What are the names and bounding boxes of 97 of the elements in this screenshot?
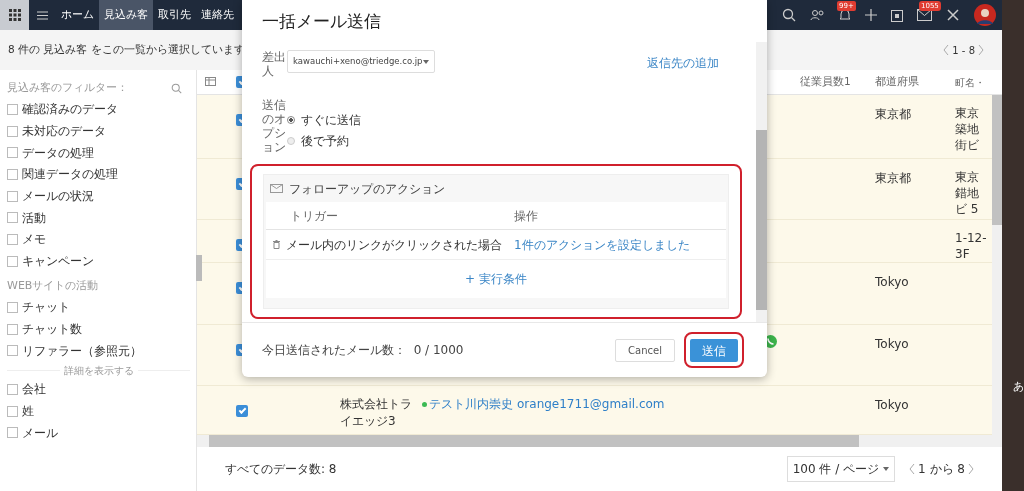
filter-label[interactable]: 会社 bbox=[22, 380, 46, 399]
filter-label[interactable]: メモ bbox=[22, 230, 46, 249]
chevron-left-icon[interactable] bbox=[943, 44, 950, 56]
reply-to-link[interactable]: 返信先の追加 bbox=[647, 54, 719, 72]
chevron-right-icon[interactable] bbox=[968, 463, 974, 475]
filter-label[interactable]: 活動 bbox=[22, 208, 46, 227]
filter-label[interactable]: メールの状況 bbox=[22, 187, 94, 206]
checkbox[interactable] bbox=[7, 233, 18, 245]
avatar-icon[interactable] bbox=[974, 4, 996, 26]
apps-grid-icon bbox=[8, 9, 21, 21]
field-label: 送信のオプション bbox=[262, 98, 287, 154]
envelope-icon bbox=[270, 184, 283, 193]
town-cell: 街ビ bbox=[955, 137, 979, 153]
checkbox[interactable] bbox=[7, 405, 18, 417]
town-cell: 1-12- bbox=[955, 229, 987, 246]
panel-title: フォローアップのアクション bbox=[289, 180, 445, 198]
checkbox[interactable] bbox=[7, 147, 18, 159]
checkbox[interactable] bbox=[7, 168, 18, 180]
bell-icon[interactable] bbox=[839, 8, 851, 22]
action-link[interactable]: 1件のアクションを設定しました bbox=[514, 235, 690, 254]
column-header[interactable]: 町名・ bbox=[955, 74, 985, 90]
prefecture-cell: Tokyo bbox=[875, 397, 909, 412]
checkbox[interactable] bbox=[7, 427, 18, 439]
prefecture-cell: Tokyo bbox=[875, 274, 909, 289]
filter-label[interactable]: 確認済みのデータ bbox=[22, 100, 118, 119]
checkbox[interactable] bbox=[7, 383, 18, 395]
vertical-scrollbar[interactable] bbox=[992, 95, 1002, 435]
company-cell-text: 株式会社トライエッジ3 bbox=[340, 395, 413, 430]
trash-icon[interactable] bbox=[273, 240, 280, 249]
email-link[interactable]: orange1711@gmail.com bbox=[517, 396, 665, 411]
collapse-handle[interactable] bbox=[196, 255, 202, 281]
selection-text: 8 件の 見込み客 をこの一覧から選択しています bbox=[8, 42, 245, 58]
mail-icon[interactable] bbox=[917, 9, 932, 21]
checkbox[interactable] bbox=[7, 190, 18, 202]
add-condition-link[interactable]: + 実行条件 bbox=[465, 270, 527, 288]
town-cell: 東京 bbox=[955, 168, 979, 185]
prefecture-cell: Tokyo bbox=[875, 336, 909, 351]
town-cell: 東京 bbox=[955, 105, 979, 121]
town-cell: 錯地 bbox=[955, 184, 979, 201]
sent-count-text: 今日送信されたメール数： 0 / 1000 bbox=[262, 342, 464, 359]
side-strip-text: あ bbox=[1013, 379, 1024, 396]
prefecture-cell: 東京都 bbox=[875, 107, 911, 121]
nav-tab[interactable]: 連絡先 bbox=[196, 0, 239, 30]
checkbox[interactable] bbox=[7, 212, 18, 224]
chevron-left-icon[interactable] bbox=[909, 463, 916, 475]
column-settings-icon[interactable] bbox=[205, 77, 217, 87]
checkbox[interactable] bbox=[7, 255, 18, 267]
total-count: すべてのデータ数: 8 bbox=[225, 461, 337, 478]
town-cell: 築地 bbox=[955, 121, 979, 137]
checkbox[interactable] bbox=[236, 404, 248, 417]
section-title: WEBサイトの活動 bbox=[7, 278, 100, 294]
nav-tab[interactable]: ホーム bbox=[56, 0, 99, 30]
field-label: 差出人 bbox=[262, 50, 287, 78]
checkbox[interactable] bbox=[7, 323, 18, 335]
radio-option[interactable]: すぐに送信 bbox=[287, 111, 361, 129]
people-icon[interactable] bbox=[810, 9, 825, 21]
nav-tab[interactable]: 見込み客 bbox=[99, 0, 153, 30]
dialog-title: 一括メール送信 bbox=[261, 10, 382, 33]
column-header: トリガー bbox=[289, 207, 339, 225]
horizontal-scrollbar[interactable] bbox=[197, 435, 1002, 447]
dialog-scrollbar[interactable] bbox=[756, 42, 767, 322]
cancel-button[interactable]: Cancel bbox=[615, 338, 675, 362]
checkbox[interactable] bbox=[7, 301, 18, 313]
search-icon[interactable] bbox=[782, 8, 796, 22]
name-link[interactable]: テスト川内崇史 bbox=[422, 396, 513, 411]
nav-tab[interactable]: 取引先 bbox=[153, 0, 196, 30]
caret-icon bbox=[423, 59, 429, 64]
per-page-select[interactable]: 100 件 / ページ bbox=[786, 456, 896, 482]
filter-label[interactable]: データの処理 bbox=[22, 143, 94, 162]
filter-label[interactable]: チャット数 bbox=[22, 320, 82, 339]
pager: 1 から 8 bbox=[918, 461, 965, 478]
checkbox[interactable] bbox=[7, 103, 18, 115]
radio-option[interactable]: 後で予約 bbox=[287, 132, 361, 150]
filter-label[interactable]: メール bbox=[22, 423, 58, 442]
checkbox[interactable] bbox=[7, 125, 18, 137]
column-header: 操作 bbox=[514, 207, 538, 225]
column-header[interactable]: 都道府県 bbox=[875, 74, 955, 90]
filter-label[interactable]: リファラー（参照元） bbox=[22, 341, 142, 360]
sender-select[interactable]: kawauchi+xeno@triedge.co.jp bbox=[287, 50, 435, 73]
column-header[interactable]: 従業員数1 bbox=[800, 74, 875, 90]
town-cell: 3F bbox=[955, 245, 970, 262]
filter-label[interactable]: 未対応のデータ bbox=[22, 122, 106, 141]
chevron-right-icon[interactable] bbox=[978, 44, 984, 56]
filter-label[interactable]: 姓 bbox=[22, 402, 34, 421]
menu-icon[interactable] bbox=[37, 10, 48, 20]
filter-label[interactable]: 関連データの処理 bbox=[22, 165, 118, 184]
plus-icon[interactable] bbox=[865, 9, 877, 21]
checkbox[interactable] bbox=[7, 345, 18, 357]
town-cell: ビ 5 bbox=[955, 200, 979, 217]
pager: 1 - 8 bbox=[952, 43, 975, 58]
prefecture-cell: 東京都 bbox=[875, 170, 911, 185]
trigger-text: メール内のリンクがクリックされた場合 bbox=[286, 236, 503, 254]
filter-label[interactable]: チャット bbox=[22, 298, 70, 317]
filter-label[interactable]: キャンペーン bbox=[22, 252, 94, 271]
apps-button[interactable] bbox=[0, 0, 29, 30]
filter-title: 見込み客のフィルター： bbox=[7, 80, 128, 96]
caret-icon bbox=[883, 467, 890, 471]
